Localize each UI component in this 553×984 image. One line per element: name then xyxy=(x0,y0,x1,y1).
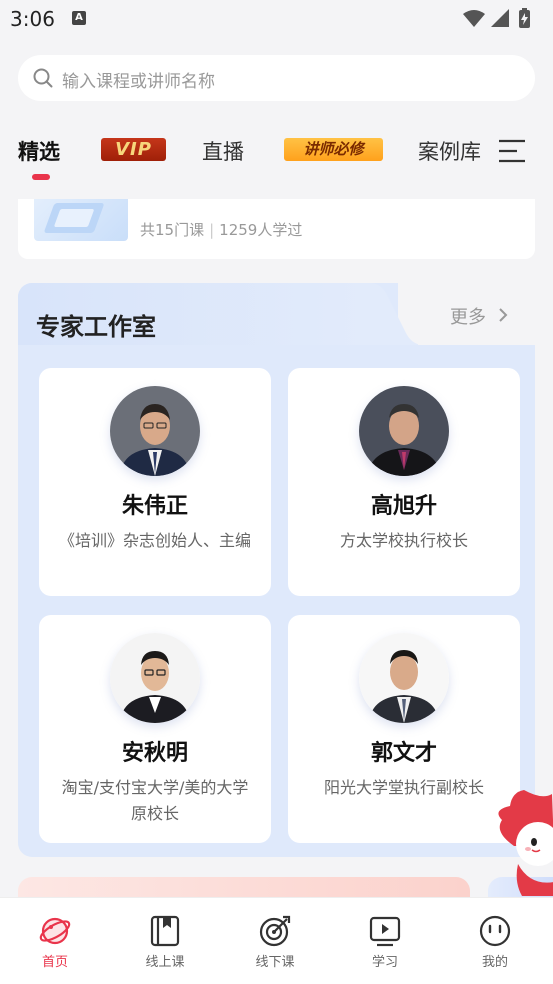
expert-card[interactable]: 安秋明 淘宝/支付宝大学/美的大学原校长 xyxy=(39,615,271,843)
nav-label: 首页 xyxy=(41,955,68,970)
avatar xyxy=(359,386,449,476)
expert-desc: 淘宝/支付宝大学/美的大学原校长 xyxy=(61,778,249,823)
nav-home[interactable]: 首页 xyxy=(0,898,110,984)
status-bar: 3:06 A xyxy=(0,0,553,38)
system-status-icons xyxy=(463,8,530,28)
menu-icon[interactable] xyxy=(497,138,527,164)
avatar xyxy=(110,633,200,723)
planet-icon xyxy=(39,917,71,945)
nav-mine[interactable]: 我的 xyxy=(440,898,550,984)
tab-live[interactable]: 直播 xyxy=(202,136,244,166)
expert-desc: 《培训》杂志创始人、主编 xyxy=(58,531,251,550)
expert-name: 郭文才 xyxy=(370,741,437,766)
avatar xyxy=(110,386,200,476)
nav-label: 学习 xyxy=(371,955,398,970)
target-icon xyxy=(259,915,291,947)
nav-label: 线下课 xyxy=(255,955,295,970)
signal-icon xyxy=(491,9,509,27)
expert-card[interactable]: 高旭升 方太学校执行校长 xyxy=(288,368,520,596)
expert-desc: 阳光大学堂执行副校长 xyxy=(323,778,484,797)
expert-name: 高旭升 xyxy=(370,494,437,519)
avatar xyxy=(359,633,449,723)
course-card[interactable]: 共15门课 | 1259人学过 xyxy=(18,199,535,259)
bottom-nav: 首页 线上课 线下课 学习 我的 xyxy=(0,897,553,984)
bookmark-book-icon xyxy=(150,915,180,947)
course-thumbnail xyxy=(34,199,128,241)
search-placeholder: 输入课程或讲师名称 xyxy=(62,72,215,92)
tab-selected[interactable]: 精选 xyxy=(18,136,60,166)
tab-case-library[interactable]: 案例库 xyxy=(418,136,481,166)
expert-name: 安秋明 xyxy=(121,741,188,766)
tab-vip[interactable]: VIP xyxy=(101,138,166,161)
expert-desc: 方太学校执行校长 xyxy=(339,531,468,550)
studio-title: 专家工作室 xyxy=(36,313,156,341)
nav-label: 我的 xyxy=(481,955,508,970)
search-icon xyxy=(33,68,53,88)
category-tabs: 精选 VIP 直播 讲师必修 案例库 xyxy=(0,128,553,180)
studio-more-link[interactable]: 更多 xyxy=(450,303,508,329)
course-meta: 共15门课 | 1259人学过 xyxy=(140,221,303,239)
status-time: 3:06 xyxy=(10,7,55,31)
mascot-icon[interactable] xyxy=(494,786,553,896)
search-bar[interactable]: 输入课程或讲师名称 xyxy=(18,55,535,101)
active-tab-indicator xyxy=(32,174,50,180)
tab-lecturer-required[interactable]: 讲师必修 xyxy=(284,138,383,161)
expert-card[interactable]: 朱伟正 《培训》杂志创始人、主编 xyxy=(39,368,271,596)
nav-label: 线上课 xyxy=(145,955,185,970)
expert-name: 朱伟正 xyxy=(121,494,188,519)
face-icon xyxy=(479,915,511,947)
course-learners: 1259人学过 xyxy=(219,221,303,239)
notification-a-icon: A xyxy=(72,11,86,25)
expert-card[interactable]: 郭文才 阳光大学堂执行副校长 xyxy=(288,615,520,843)
expert-studio-section: 专家工作室 更多 朱伟正 《培训》杂志创始人、主编 高旭升 方太学校执行校长 安… xyxy=(18,283,535,857)
nav-offline-courses[interactable]: 线下课 xyxy=(220,898,330,984)
play-screen-icon xyxy=(369,916,401,947)
course-count: 共15门课 xyxy=(140,221,205,239)
chevron-right-icon xyxy=(499,308,508,322)
nav-online-courses[interactable]: 线上课 xyxy=(110,898,220,984)
wifi-icon xyxy=(463,10,485,27)
nav-study[interactable]: 学习 xyxy=(330,898,440,984)
